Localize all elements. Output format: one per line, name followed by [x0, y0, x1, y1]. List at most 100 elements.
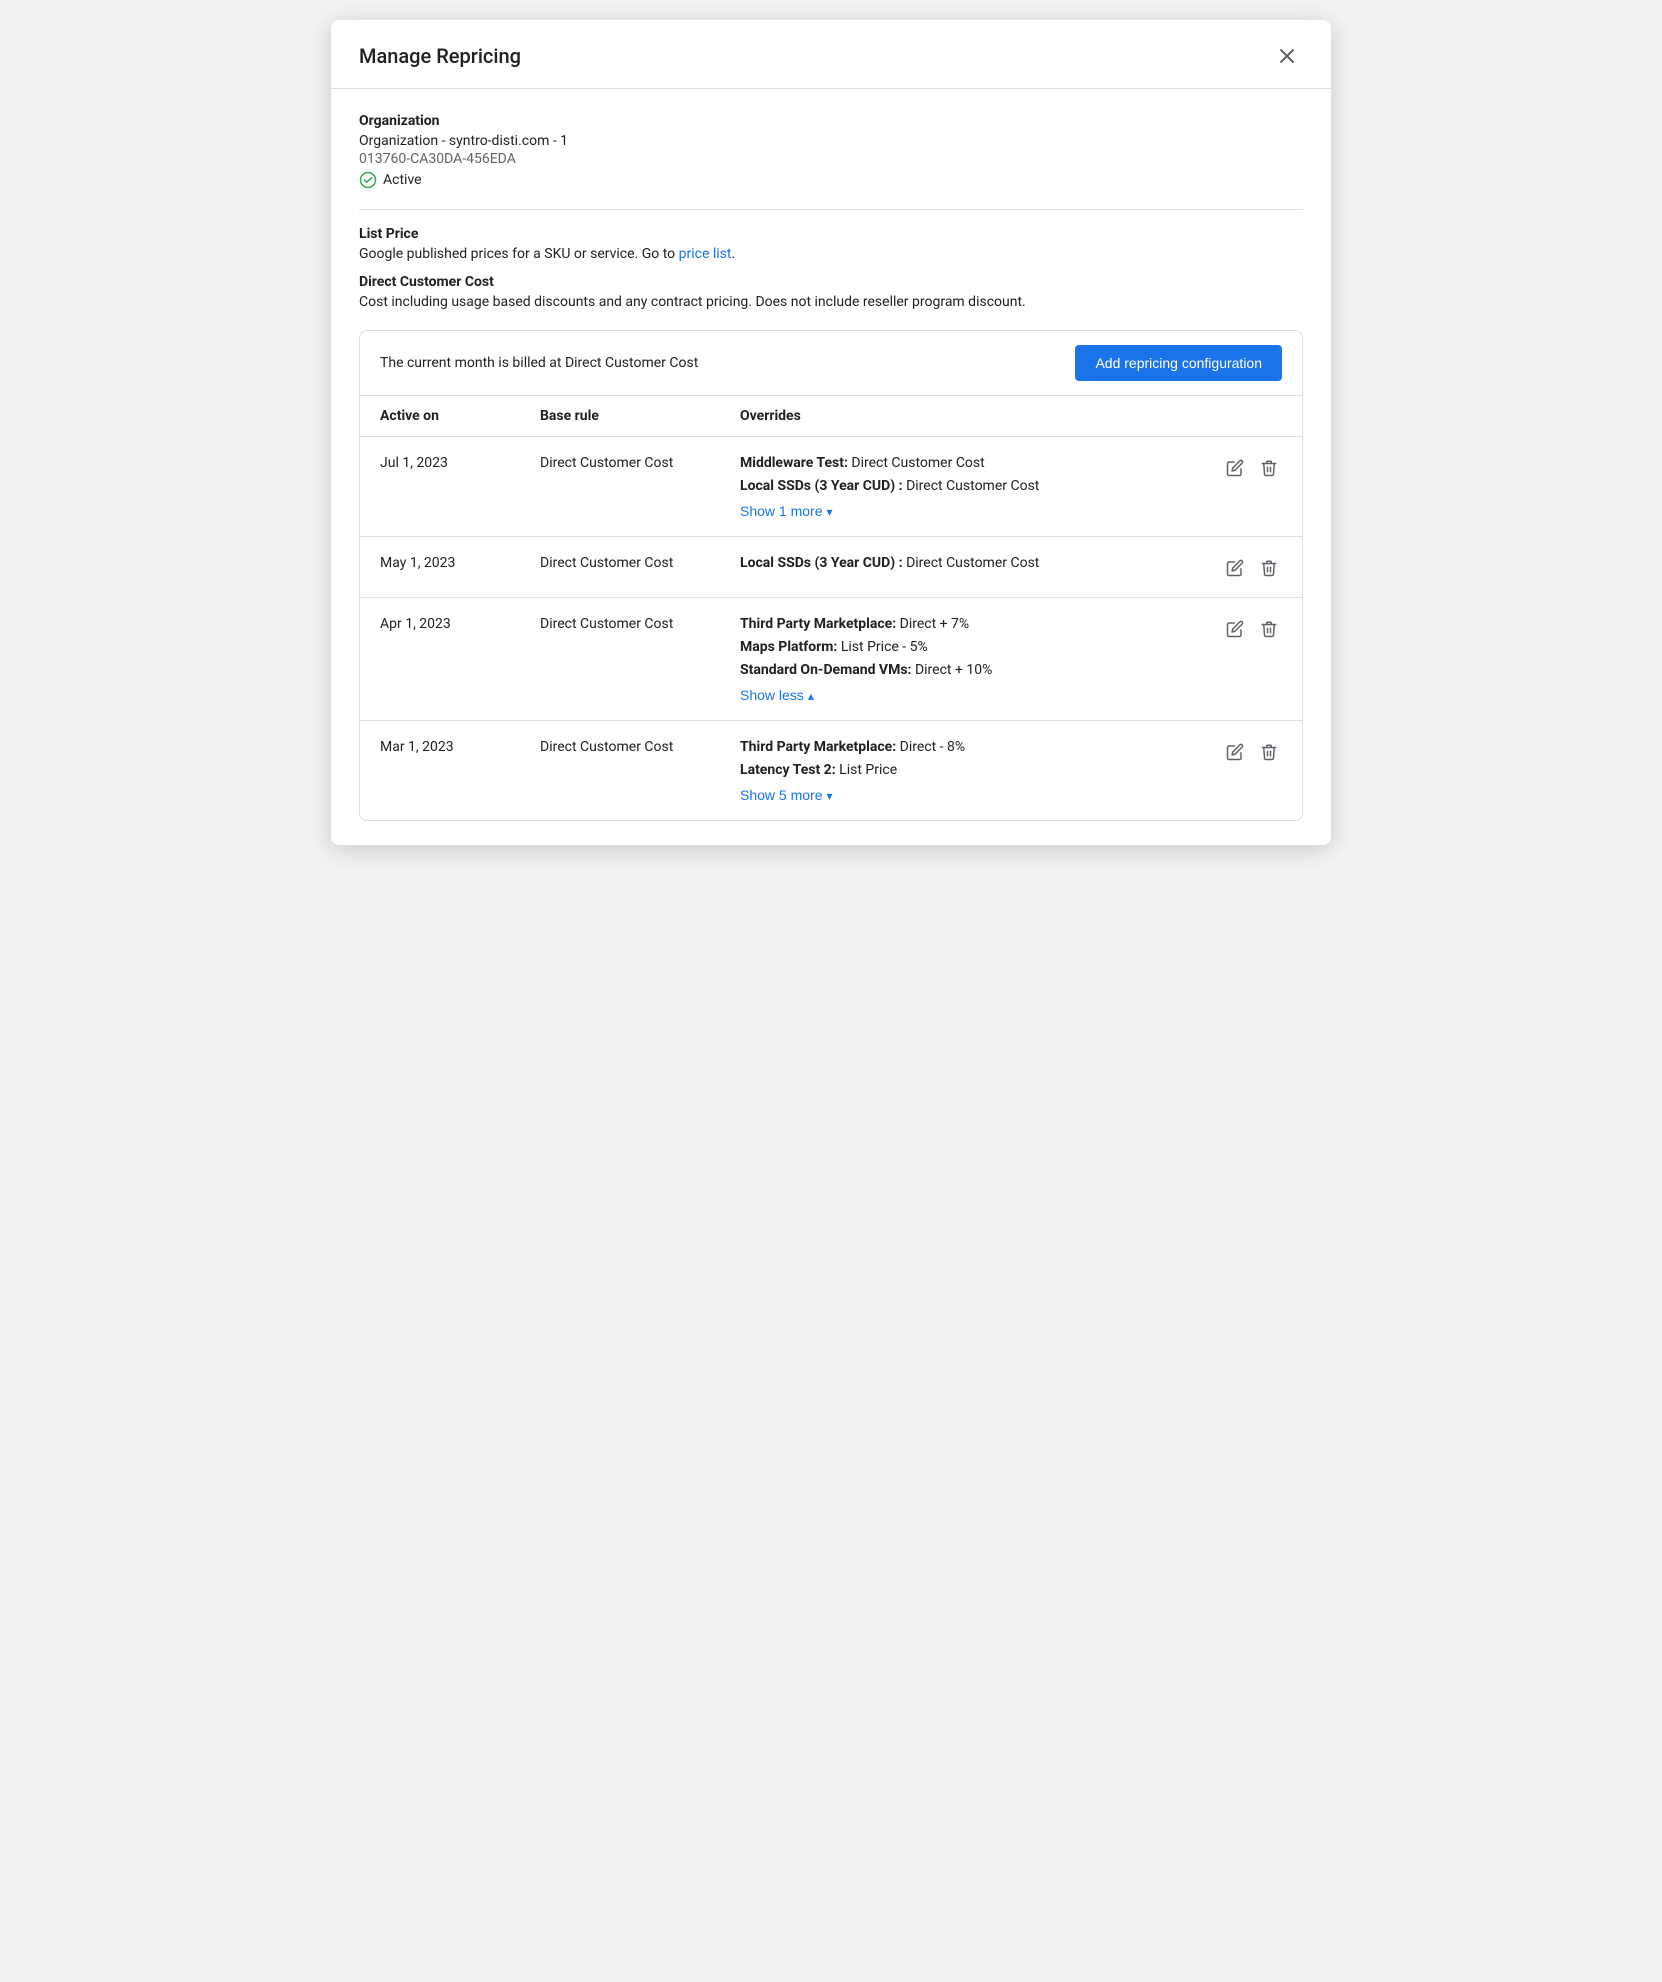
row-4-base-rule: Direct Customer Cost	[540, 737, 740, 755]
list-price-section: List Price Google published prices for a…	[359, 226, 1303, 262]
override-line: Standard On-Demand VMs: Direct + 10%	[740, 660, 1202, 681]
table-row: May 1, 2023 Direct Customer Cost Local S…	[360, 537, 1302, 598]
modal-header: Manage Repricing	[331, 20, 1331, 89]
override-value: Direct Customer Cost	[906, 555, 1039, 571]
delete-button[interactable]	[1256, 739, 1282, 765]
show-1-more-button[interactable]: Show 1 more	[740, 503, 833, 519]
override-value: Direct Customer Cost	[851, 455, 984, 471]
org-section-label: Organization	[359, 113, 1303, 129]
price-list-link[interactable]: price list	[679, 246, 732, 262]
repricing-card: The current month is billed at Direct Cu…	[359, 330, 1303, 821]
row-1-date: Jul 1, 2023	[380, 453, 540, 471]
row-1-base-rule: Direct Customer Cost	[540, 453, 740, 471]
override-key: Third Party Marketplace:	[740, 616, 896, 632]
table-header: Active on Base rule Overrides	[360, 396, 1302, 437]
edit-icon	[1226, 743, 1244, 761]
close-icon	[1275, 44, 1299, 68]
override-key: Local SSDs (3 Year CUD) :	[740, 478, 903, 494]
override-value: Direct - 8%	[900, 739, 965, 755]
row-2-actions	[1202, 553, 1282, 581]
row-3-date: Apr 1, 2023	[380, 614, 540, 632]
list-price-label: List Price	[359, 226, 1303, 242]
override-value: List Price	[839, 762, 897, 778]
override-line: Third Party Marketplace: Direct - 8%	[740, 737, 1202, 758]
override-line: Latency Test 2: List Price	[740, 760, 1202, 781]
modal-body: Organization Organization - syntro-disti…	[331, 89, 1331, 845]
edit-button[interactable]	[1222, 455, 1248, 481]
row-3-overrides: Third Party Marketplace: Direct + 7% Map…	[740, 614, 1202, 704]
show-more-label: Show 1 more	[740, 503, 822, 519]
override-line: Local SSDs (3 Year CUD) : Direct Custome…	[740, 476, 1202, 497]
org-status: Active	[359, 171, 1303, 189]
override-line: Third Party Marketplace: Direct + 7%	[740, 614, 1202, 635]
delete-icon	[1260, 620, 1278, 638]
delete-icon	[1260, 743, 1278, 761]
add-config-button[interactable]: Add repricing configuration	[1075, 345, 1282, 381]
edit-button[interactable]	[1222, 739, 1248, 765]
list-price-desc: Google published prices for a SKU or ser…	[359, 246, 1303, 262]
edit-button[interactable]	[1222, 555, 1248, 581]
delete-button[interactable]	[1256, 555, 1282, 581]
override-line: Maps Platform: List Price - 5%	[740, 637, 1202, 658]
show-5-more-button[interactable]: Show 5 more	[740, 787, 833, 803]
override-key: Local SSDs (3 Year CUD) :	[740, 555, 903, 571]
delete-button[interactable]	[1256, 616, 1282, 642]
override-key: Standard On-Demand VMs:	[740, 662, 911, 678]
show-5-more-label: Show 5 more	[740, 787, 822, 803]
list-price-desc-text: Google published prices for a SKU or ser…	[359, 246, 679, 262]
org-name: Organization - syntro-disti.com - 1	[359, 133, 1303, 149]
row-1-actions	[1202, 453, 1282, 481]
manage-repricing-modal: Manage Repricing Organization Organizati…	[331, 20, 1331, 845]
repricing-table: Active on Base rule Overrides Jul 1, 202…	[360, 396, 1302, 820]
edit-icon	[1226, 459, 1244, 477]
override-value: Direct + 7%	[900, 616, 970, 632]
close-button[interactable]	[1271, 40, 1303, 72]
org-section: Organization Organization - syntro-disti…	[359, 113, 1303, 189]
row-4-actions	[1202, 737, 1282, 765]
override-value: Direct + 10%	[915, 662, 992, 678]
row-2-base-rule: Direct Customer Cost	[540, 553, 740, 571]
banner-text: The current month is billed at Direct Cu…	[380, 355, 698, 371]
header-overrides: Overrides	[740, 408, 1202, 424]
edit-icon	[1226, 620, 1244, 638]
edit-icon	[1226, 559, 1244, 577]
row-2-overrides: Local SSDs (3 Year CUD) : Direct Custome…	[740, 553, 1202, 576]
row-1-overrides: Middleware Test: Direct Customer Cost Lo…	[740, 453, 1202, 520]
header-base-rule: Base rule	[540, 408, 740, 424]
override-key: Middleware Test:	[740, 455, 848, 471]
header-actions	[1202, 408, 1282, 424]
chevron-down-icon	[826, 787, 832, 803]
chevron-down-icon	[826, 503, 832, 519]
status-text: Active	[383, 172, 422, 188]
list-price-desc-suffix: .	[731, 246, 735, 262]
edit-button[interactable]	[1222, 616, 1248, 642]
active-status-icon	[359, 171, 377, 189]
header-active-on: Active on	[380, 408, 540, 424]
row-4-overrides: Third Party Marketplace: Direct - 8% Lat…	[740, 737, 1202, 804]
override-key: Third Party Marketplace:	[740, 739, 896, 755]
modal-title: Manage Repricing	[359, 44, 521, 68]
direct-cost-section: Direct Customer Cost Cost including usag…	[359, 274, 1303, 310]
delete-icon	[1260, 459, 1278, 477]
override-key: Latency Test 2:	[740, 762, 836, 778]
delete-button[interactable]	[1256, 455, 1282, 481]
chevron-up-icon	[808, 687, 814, 703]
table-row: Jul 1, 2023 Direct Customer Cost Middlew…	[360, 437, 1302, 537]
table-row: Mar 1, 2023 Direct Customer Cost Third P…	[360, 721, 1302, 820]
override-value: Direct Customer Cost	[906, 478, 1039, 494]
table-row: Apr 1, 2023 Direct Customer Cost Third P…	[360, 598, 1302, 721]
direct-cost-label: Direct Customer Cost	[359, 274, 1303, 290]
divider-1	[359, 209, 1303, 210]
org-id: 013760-CA30DA-456EDA	[359, 151, 1303, 167]
row-3-base-rule: Direct Customer Cost	[540, 614, 740, 632]
direct-cost-desc: Cost including usage based discounts and…	[359, 294, 1303, 310]
override-line: Local SSDs (3 Year CUD) : Direct Custome…	[740, 553, 1202, 574]
show-less-button[interactable]: Show less	[740, 687, 814, 703]
show-less-label: Show less	[740, 687, 804, 703]
override-key: Maps Platform:	[740, 639, 837, 655]
row-4-date: Mar 1, 2023	[380, 737, 540, 755]
delete-icon	[1260, 559, 1278, 577]
card-banner: The current month is billed at Direct Cu…	[360, 331, 1302, 396]
override-line: Middleware Test: Direct Customer Cost	[740, 453, 1202, 474]
row-3-actions	[1202, 614, 1282, 642]
